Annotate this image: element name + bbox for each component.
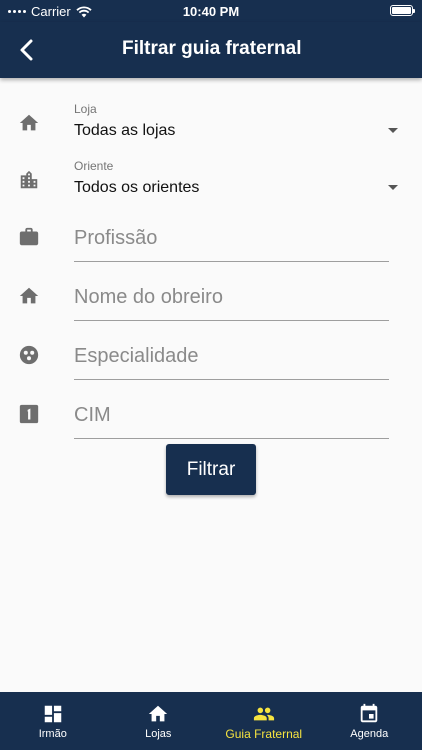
number-one-icon	[19, 404, 39, 424]
nav-item-irmao[interactable]: Irmão	[0, 692, 106, 750]
filter-button[interactable]: Filtrar	[166, 444, 256, 495]
nav-item-lojas[interactable]: Lojas	[106, 692, 212, 750]
dashboard-icon	[44, 705, 61, 723]
briefcase-icon	[19, 227, 39, 246]
loja-value: Todas as lojas	[74, 122, 176, 139]
status-bar: Carrier 10:40 PM	[0, 0, 422, 22]
page-title: Filtrar guia fraternal	[122, 38, 302, 59]
calendar-icon	[361, 703, 378, 723]
nav-label: Lojas	[145, 728, 172, 740]
profissao-input[interactable]	[74, 222, 389, 262]
loja-label: Loja	[74, 102, 97, 116]
oriente-value: Todos os orientes	[74, 179, 200, 196]
status-time: 10:40 PM	[182, 4, 240, 19]
bubble-chart-icon	[19, 345, 39, 365]
home-icon	[19, 114, 39, 131]
home-icon	[149, 705, 168, 722]
battery-icon	[390, 5, 415, 16]
nav-label: Agenda	[350, 728, 389, 740]
back-arrow-icon[interactable]	[14, 36, 42, 64]
nav-label: Guia Fraternal	[225, 727, 303, 741]
home-icon	[19, 287, 39, 304]
cim-input[interactable]	[74, 399, 389, 439]
nav-item-agenda[interactable]: Agenda	[317, 692, 422, 750]
dropdown-arrow-icon	[388, 128, 398, 133]
oriente-label: Oriente	[74, 159, 114, 173]
oriente-dropdown[interactable]: Oriente Todos os orientes	[0, 153, 422, 205]
nav-label: Irmão	[38, 728, 67, 740]
loja-dropdown[interactable]: Loja Todas as lojas	[0, 96, 422, 148]
nav-item-guia-fraternal[interactable]: Guia Fraternal	[211, 692, 317, 750]
city-icon	[20, 170, 38, 189]
app-bar: Filtrar guia fraternal	[0, 22, 422, 78]
especialidade-input[interactable]	[74, 340, 389, 380]
dropdown-arrow-icon	[388, 185, 398, 190]
bottom-nav: Irmão Lojas Guia Fraternal Agenda	[0, 692, 422, 750]
nome-obreiro-input[interactable]	[74, 281, 389, 321]
people-icon	[253, 707, 274, 721]
